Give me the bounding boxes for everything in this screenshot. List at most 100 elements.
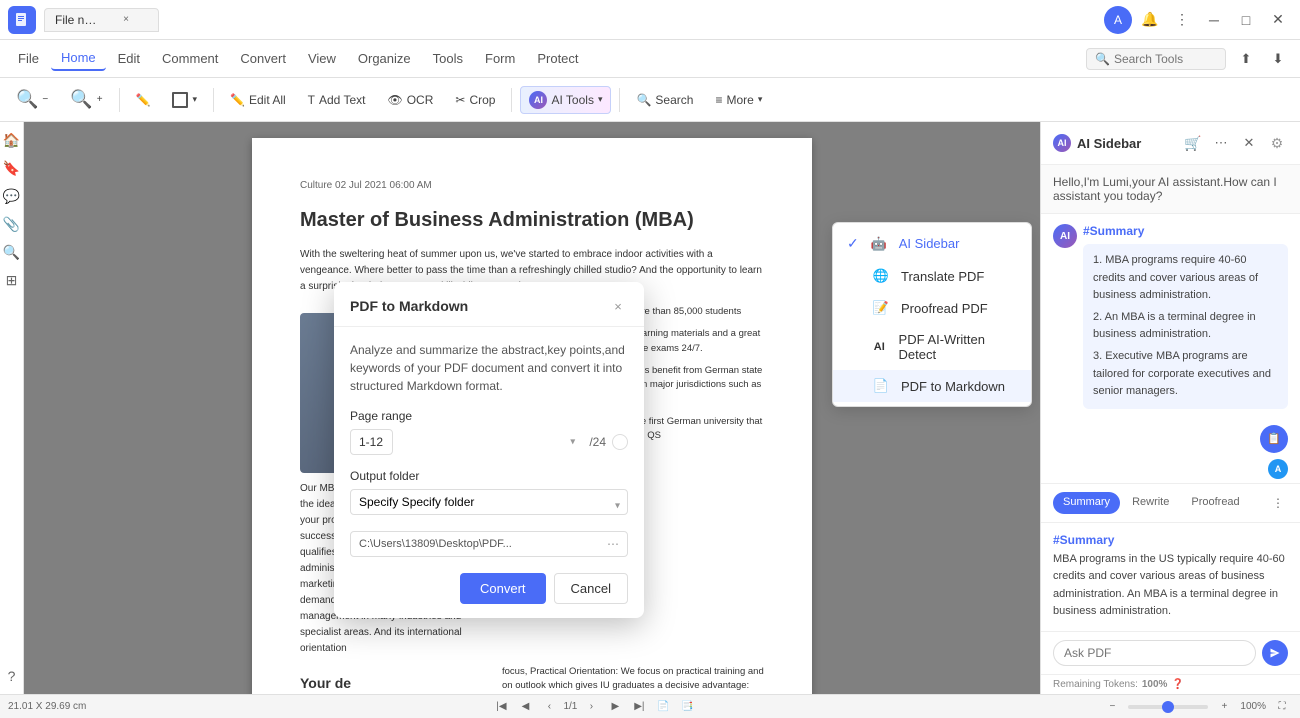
menu-convert[interactable]: Convert bbox=[230, 47, 296, 70]
next-page-btn[interactable]: ▶ bbox=[605, 697, 625, 717]
modal-description: Analyze and summarize the abstract,key p… bbox=[350, 341, 628, 395]
search-btn[interactable]: 🔍 Search bbox=[628, 89, 701, 111]
cancel-btn[interactable]: Cancel bbox=[554, 573, 628, 604]
page-slash: /24 bbox=[589, 435, 606, 449]
dropdown-proofread[interactable]: 📝 Proofread PDF bbox=[833, 292, 1031, 324]
ai-tab-more-btn[interactable]: ⋮ bbox=[1268, 492, 1288, 514]
menu-file[interactable]: File bbox=[8, 47, 49, 70]
minimize-btn[interactable]: ─ bbox=[1200, 6, 1228, 34]
path-more-btn[interactable]: ⋯ bbox=[607, 537, 619, 551]
document-tab[interactable]: File name.pdf × bbox=[44, 8, 159, 32]
ai-icon-row: 📋 bbox=[1053, 425, 1288, 453]
menu-protect[interactable]: Protect bbox=[527, 47, 588, 70]
menu-form[interactable]: Form bbox=[475, 47, 525, 70]
dual-page-btn[interactable]: 📑 bbox=[677, 697, 697, 717]
menu-home[interactable]: Home bbox=[51, 46, 106, 71]
panel-layers-btn[interactable]: ⊞ bbox=[2, 270, 22, 290]
more-btn[interactable]: ≡ More ▾ bbox=[707, 89, 770, 111]
dropdown-label-ai-sidebar: AI Sidebar bbox=[899, 236, 960, 251]
zoom-slider[interactable] bbox=[1128, 705, 1208, 709]
separator-3 bbox=[511, 88, 512, 112]
zoom-out-status-btn[interactable]: − bbox=[1102, 697, 1122, 717]
ai-settings-icon[interactable]: ⚙ bbox=[1266, 132, 1288, 154]
ai-tab-summary[interactable]: Summary bbox=[1053, 492, 1120, 514]
page-dimensions: 21.01 X 29.69 cm bbox=[8, 701, 86, 712]
ai-content: AI #Summary 1. MBA programs require 40-6… bbox=[1041, 214, 1300, 483]
page-info-icon bbox=[612, 434, 628, 450]
search-input[interactable] bbox=[1114, 52, 1217, 66]
download-cloud-btn[interactable]: ⬇ bbox=[1264, 45, 1292, 73]
tab-close-btn[interactable]: × bbox=[104, 13, 147, 27]
panel-home-btn[interactable]: 🏠 bbox=[2, 130, 22, 150]
panel-comment-btn[interactable]: 💬 bbox=[2, 186, 22, 206]
output-folder-select[interactable]: Specify Specify folder bbox=[350, 489, 628, 515]
first-page-btn[interactable]: |◀ bbox=[491, 697, 511, 717]
modal-close-btn[interactable]: × bbox=[608, 296, 628, 316]
ai-tab-rewrite[interactable]: Rewrite bbox=[1122, 492, 1179, 514]
ai-tab-proofread[interactable]: Proofread bbox=[1181, 492, 1249, 514]
output-folder-select-wrap: Specify Specify folder bbox=[350, 489, 628, 523]
ai-input-area bbox=[1041, 631, 1300, 674]
ocr-btn[interactable]: 👁 OCR bbox=[379, 89, 441, 111]
ai-send-btn[interactable] bbox=[1262, 640, 1288, 666]
fit-page-btn[interactable]: ⛶ bbox=[1272, 697, 1292, 717]
panel-bookmark-btn[interactable]: 🔖 bbox=[2, 158, 22, 178]
prev-page-btn[interactable]: ◀ bbox=[515, 697, 535, 717]
add-text-btn[interactable]: T Add Text bbox=[300, 89, 374, 111]
menu-view[interactable]: View bbox=[298, 47, 346, 70]
ai-more-btn[interactable]: ⋯ bbox=[1210, 132, 1232, 154]
panel-attach-btn[interactable]: 📎 bbox=[2, 214, 22, 234]
crop-btn[interactable]: ✂ Crop bbox=[447, 89, 503, 111]
single-page-btn[interactable]: 📄 bbox=[653, 697, 673, 717]
page-forward-btn[interactable]: › bbox=[581, 697, 601, 717]
zoom-in-btn[interactable]: 🔍 + bbox=[62, 85, 110, 114]
zoom-in-status-btn[interactable]: + bbox=[1214, 697, 1234, 717]
dropdown-icon-markdown: 📄 bbox=[871, 378, 891, 394]
search-label: Search bbox=[655, 93, 693, 107]
tokens-help-icon[interactable]: ❓ bbox=[1171, 679, 1183, 690]
ai-cart-icon[interactable]: 🛒 bbox=[1182, 132, 1204, 154]
edit-all-btn[interactable]: ✏️ Edit All bbox=[222, 89, 294, 111]
ai-summary-text: 1. MBA programs require 40-60 credits an… bbox=[1083, 244, 1288, 409]
menu-organize[interactable]: Organize bbox=[348, 47, 421, 70]
ai-ms-avatar: A bbox=[1268, 459, 1288, 479]
upload-cloud-btn[interactable]: ⬆ bbox=[1232, 45, 1260, 73]
dropdown-markdown[interactable]: 📄 PDF to Markdown bbox=[833, 370, 1031, 402]
ai-close-btn[interactable]: ✕ bbox=[1238, 132, 1260, 154]
more-icon: ≡ bbox=[715, 93, 722, 107]
separator-2 bbox=[213, 88, 214, 112]
menu-comment[interactable]: Comment bbox=[152, 47, 228, 70]
dropdown-detect[interactable]: AI PDF AI-Written Detect bbox=[833, 324, 1031, 370]
zoom-out-btn[interactable]: 🔍 − bbox=[8, 85, 56, 114]
page-range-select[interactable]: 1-12 bbox=[350, 429, 393, 455]
title-bar: File name.pdf × A 🔔 ⋮ ─ □ ✕ bbox=[0, 0, 1300, 40]
output-path-row: C:\Users\13809\Desktop\PDF... ⋯ bbox=[350, 531, 628, 557]
zoom-thumb[interactable] bbox=[1162, 701, 1174, 713]
convert-btn[interactable]: Convert bbox=[460, 573, 546, 604]
panel-help-btn[interactable]: ? bbox=[2, 666, 22, 686]
page-backward-btn[interactable]: ‹ bbox=[539, 697, 559, 717]
ai-greeting-text: Hello,I'm Lumi,your AI assistant.How can… bbox=[1053, 175, 1277, 203]
dropdown-translate[interactable]: 🌐 Translate PDF bbox=[833, 260, 1031, 292]
menu-bar: File Home Edit Comment Convert View Orga… bbox=[0, 40, 1300, 78]
notification-btn[interactable]: 🔔 bbox=[1136, 6, 1164, 34]
menu-search-box[interactable]: 🔍 bbox=[1086, 48, 1226, 70]
more-options-btn[interactable]: ⋮ bbox=[1168, 6, 1196, 34]
modal-header: PDF to Markdown × bbox=[334, 282, 644, 327]
menu-tools[interactable]: Tools bbox=[423, 47, 473, 70]
highlight-btn[interactable]: ✏️ bbox=[128, 89, 159, 111]
dropdown-ai-sidebar[interactable]: ✓ 🤖 AI Sidebar bbox=[833, 227, 1031, 260]
maximize-btn[interactable]: □ bbox=[1232, 6, 1260, 34]
zoom-out-label: − bbox=[42, 94, 48, 105]
last-page-btn[interactable]: ▶| bbox=[629, 697, 649, 717]
close-btn[interactable]: ✕ bbox=[1264, 6, 1292, 34]
user-avatar[interactable]: A bbox=[1104, 6, 1132, 34]
rect-btn[interactable]: ▾ bbox=[164, 88, 205, 112]
ai-tools-btn[interactable]: AI AI Tools ▾ bbox=[520, 86, 611, 114]
ai-action-btn[interactable]: 📋 bbox=[1260, 425, 1288, 453]
ask-pdf-input[interactable] bbox=[1053, 640, 1256, 666]
panel-search-btn[interactable]: 🔍 bbox=[2, 242, 22, 262]
menu-edit[interactable]: Edit bbox=[108, 47, 150, 70]
more-dropdown-icon: ▾ bbox=[758, 94, 763, 105]
ai-point-2: 2. An MBA is a terminal degree in busine… bbox=[1093, 309, 1278, 344]
